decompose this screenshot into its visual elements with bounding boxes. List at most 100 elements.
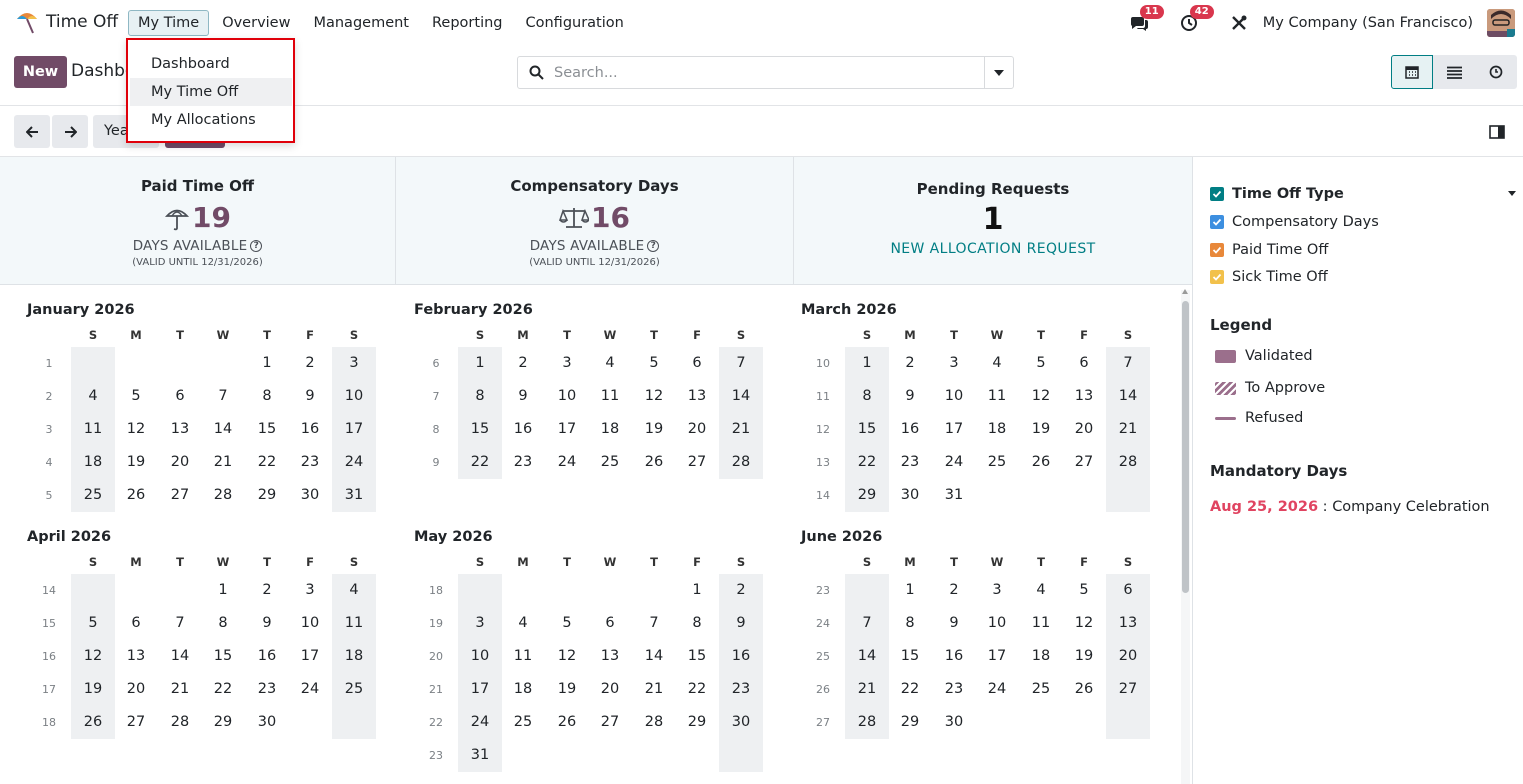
calendar-day[interactable]: 7 xyxy=(845,607,889,640)
calendar-day[interactable]: 3 xyxy=(932,347,976,380)
calendar-day[interactable]: 21 xyxy=(719,413,763,446)
menu-configuration[interactable]: Configuration xyxy=(516,10,634,36)
calendar-day[interactable]: 13 xyxy=(114,640,158,673)
calendar-day[interactable]: 16 xyxy=(245,640,289,673)
messages-button[interactable]: 11 xyxy=(1127,5,1164,35)
calendar-day[interactable]: 24 xyxy=(288,673,332,706)
calendar-day[interactable]: 23 xyxy=(719,673,763,706)
calendar-day[interactable]: 8 xyxy=(675,607,719,640)
calendar-day[interactable]: 22 xyxy=(458,446,502,479)
calendar-day[interactable]: 27 xyxy=(114,706,158,739)
calendar-day[interactable]: 18 xyxy=(332,640,376,673)
filter-compensatory-days[interactable]: Compensatory Days xyxy=(1210,214,1379,230)
calendar-day[interactable]: 7 xyxy=(158,607,202,640)
calendar-day[interactable]: 2 xyxy=(501,347,545,380)
calendar-day[interactable]: 15 xyxy=(845,413,889,446)
calendar-day[interactable]: 5 xyxy=(71,607,115,640)
calendar-day[interactable]: 21 xyxy=(158,673,202,706)
next-button[interactable] xyxy=(52,115,88,148)
calendar-day[interactable]: 25 xyxy=(501,706,545,739)
debug-tools-button[interactable] xyxy=(1227,11,1251,35)
company-switcher[interactable]: My Company (San Francisco) xyxy=(1263,15,1473,31)
calendar-day[interactable]: 10 xyxy=(288,607,332,640)
calendar-day[interactable]: 5 xyxy=(114,380,158,413)
calendar-day[interactable]: 18 xyxy=(501,673,545,706)
calendar-day[interactable]: 4 xyxy=(71,380,115,413)
calendar-day[interactable]: 17 xyxy=(545,413,589,446)
calendar-day[interactable]: 5 xyxy=(1019,347,1063,380)
calendar-day[interactable]: 2 xyxy=(719,574,763,607)
calendar-day[interactable]: 16 xyxy=(288,413,332,446)
calendar-day[interactable]: 26 xyxy=(1062,673,1106,706)
calendar-day[interactable]: 26 xyxy=(632,446,676,479)
calendar-day[interactable]: 24 xyxy=(975,673,1019,706)
calendar-day[interactable]: 11 xyxy=(1019,607,1063,640)
calendar-day[interactable]: 1 xyxy=(675,574,719,607)
calendar-day[interactable]: 26 xyxy=(71,706,115,739)
calendar-day[interactable]: 3 xyxy=(332,347,376,380)
calendar-day[interactable]: 20 xyxy=(114,673,158,706)
calendar-day[interactable]: 18 xyxy=(975,413,1019,446)
calendar-day[interactable]: 16 xyxy=(932,640,976,673)
search-options-toggle[interactable] xyxy=(984,57,1013,88)
calendar-day[interactable]: 5 xyxy=(632,347,676,380)
calendar-day[interactable]: 27 xyxy=(1062,446,1106,479)
calendar-view-button[interactable] xyxy=(1391,55,1433,89)
sidebar-toggle-button[interactable] xyxy=(1488,123,1506,141)
previous-button[interactable] xyxy=(14,115,50,148)
calendar-day[interactable]: 9 xyxy=(888,380,932,413)
calendar-day[interactable]: 20 xyxy=(158,446,202,479)
calendar-day[interactable]: 4 xyxy=(975,347,1019,380)
calendar-day[interactable]: 9 xyxy=(719,607,763,640)
calendar-day[interactable]: 9 xyxy=(932,607,976,640)
app-home-link[interactable]: Time Off xyxy=(14,9,118,35)
calendar-day[interactable]: 15 xyxy=(201,640,245,673)
new-button[interactable]: New xyxy=(14,56,67,88)
activity-view-button[interactable] xyxy=(1475,55,1517,89)
calendar-day[interactable]: 30 xyxy=(932,706,976,739)
calendar-day[interactable]: 21 xyxy=(201,446,245,479)
activities-button[interactable]: 42 xyxy=(1177,5,1214,35)
calendar-day[interactable]: 2 xyxy=(932,574,976,607)
calendar-day[interactable]: 12 xyxy=(114,413,158,446)
calendar-day[interactable]: 23 xyxy=(501,446,545,479)
dropdown-item-dashboard[interactable]: Dashboard xyxy=(130,50,292,78)
calendar-day[interactable]: 31 xyxy=(932,479,976,512)
calendar-day[interactable]: 11 xyxy=(501,640,545,673)
calendar-day[interactable]: 17 xyxy=(288,640,332,673)
filter-sick-time-off[interactable]: Sick Time Off xyxy=(1210,269,1328,285)
calendar-day[interactable]: 2 xyxy=(245,574,289,607)
calendar-day[interactable]: 20 xyxy=(1062,413,1106,446)
calendar-day[interactable]: 25 xyxy=(588,446,632,479)
checkbox-checked-icon[interactable] xyxy=(1210,215,1224,229)
calendar-day[interactable]: 11 xyxy=(975,380,1019,413)
calendar-day[interactable]: 9 xyxy=(288,380,332,413)
calendar-day[interactable]: 15 xyxy=(888,640,932,673)
calendar-day[interactable]: 24 xyxy=(932,446,976,479)
calendar-day[interactable]: 17 xyxy=(932,413,976,446)
calendar-day[interactable]: 26 xyxy=(1019,446,1063,479)
calendar-day[interactable]: 20 xyxy=(1106,640,1150,673)
calendar-day[interactable]: 30 xyxy=(719,706,763,739)
calendar-day[interactable]: 16 xyxy=(719,640,763,673)
calendar-day[interactable]: 4 xyxy=(501,607,545,640)
calendar-day[interactable]: 25 xyxy=(332,673,376,706)
list-view-button[interactable] xyxy=(1433,55,1475,89)
calendar-day[interactable]: 6 xyxy=(158,380,202,413)
menu-reporting[interactable]: Reporting xyxy=(422,10,513,36)
calendar-day[interactable]: 13 xyxy=(1106,607,1150,640)
calendar-day[interactable]: 31 xyxy=(458,739,502,772)
calendar-day[interactable]: 2 xyxy=(888,347,932,380)
calendar-day[interactable]: 14 xyxy=(158,640,202,673)
calendar-day[interactable]: 8 xyxy=(888,607,932,640)
calendar-day[interactable]: 24 xyxy=(545,446,589,479)
calendar-day[interactable]: 12 xyxy=(1062,607,1106,640)
calendar-day[interactable]: 3 xyxy=(975,574,1019,607)
calendar-day[interactable]: 27 xyxy=(675,446,719,479)
calendar-day[interactable]: 30 xyxy=(888,479,932,512)
calendar-day[interactable]: 10 xyxy=(545,380,589,413)
calendar-day[interactable]: 30 xyxy=(245,706,289,739)
calendar-day[interactable]: 21 xyxy=(632,673,676,706)
calendar-day[interactable]: 18 xyxy=(588,413,632,446)
calendar-day[interactable]: 27 xyxy=(1106,673,1150,706)
